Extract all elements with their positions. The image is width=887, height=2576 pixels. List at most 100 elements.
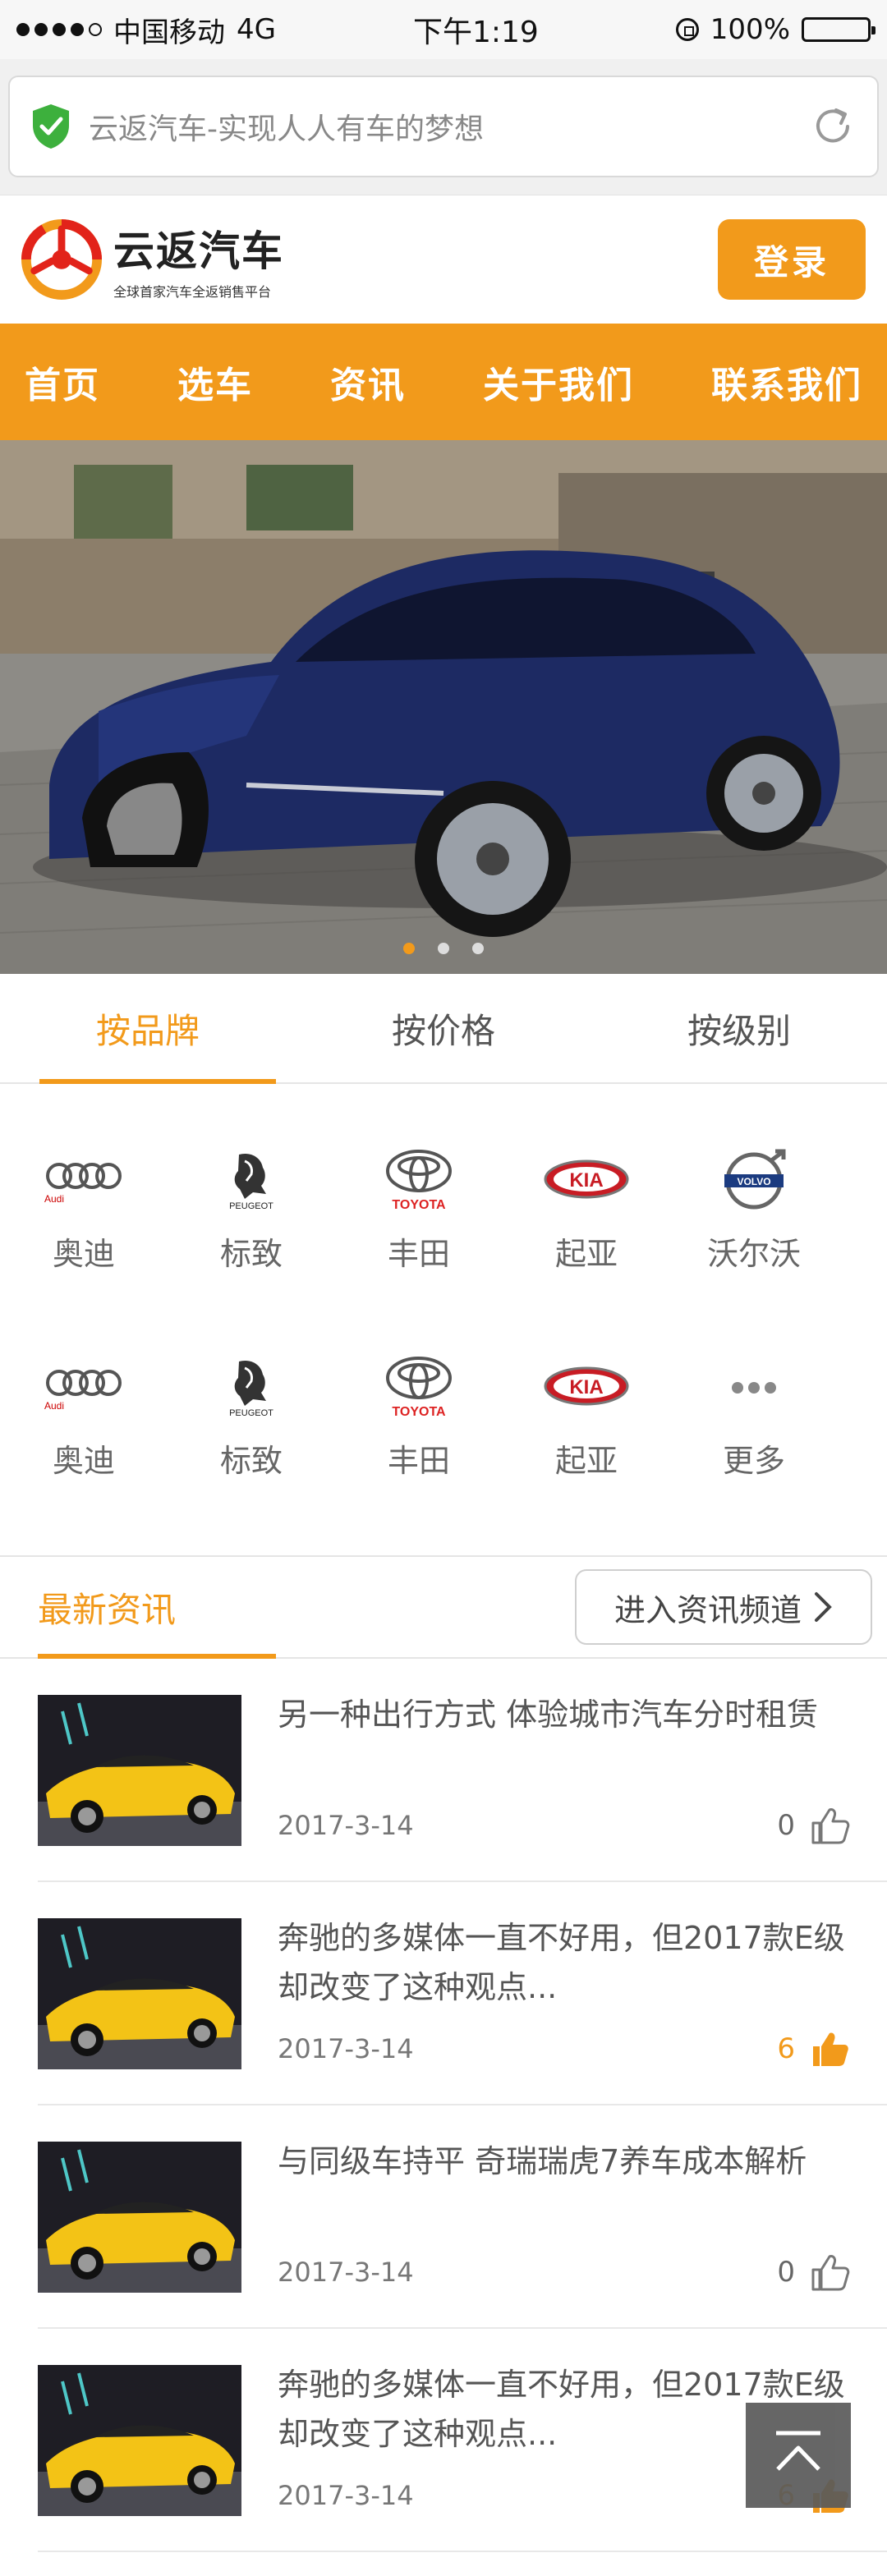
login-button[interactable]: 登录 [718, 219, 866, 300]
news-thumbnail [38, 2365, 241, 2516]
kia-logo-icon: KIA [544, 1159, 629, 1199]
carrier-info: 中国移动 4G [16, 10, 276, 50]
volvo-logo-text: VOLVO [737, 1176, 770, 1187]
news-date: 2017-3-14 [278, 1810, 414, 1841]
brand-name: 更多 [722, 1443, 785, 1479]
brand-name: 标致 [219, 1443, 283, 1479]
news-date: 2017-3-14 [278, 2480, 414, 2511]
brand-name: 标致 [219, 1236, 283, 1272]
peugeot-logo-text: PEUGEOT [229, 1408, 273, 1418]
nav-item-home[interactable]: 首页 [25, 356, 100, 408]
nav-item-news[interactable]: 资讯 [330, 356, 406, 408]
brand-audi[interactable]: Audi 奥迪 [0, 1148, 168, 1274]
brand-volvo[interactable]: VOLVO 沃尔沃 [670, 1148, 838, 1274]
kia-logo-icon: KIA [544, 1366, 629, 1406]
rotation-lock-icon [675, 18, 699, 41]
audi-logo-text: Audi [44, 1193, 64, 1205]
like-count: 6 [777, 2032, 795, 2065]
filter-tabs: 按品牌 按价格 按级别 [0, 974, 887, 1084]
brand-name: 云返汽车 [113, 227, 284, 275]
battery-percent: 100% [710, 13, 790, 46]
brand-toyota[interactable]: TOYOTA 丰田 [335, 1148, 503, 1274]
news-date: 2017-3-14 [278, 2033, 414, 2064]
news-thumbnail [38, 1918, 241, 2069]
site-header: 云返汽车 全球首家汽车全返销售平台 登录 [0, 195, 887, 324]
toyota-logo-icon: TOYOTA [386, 1150, 452, 1212]
like-count: 0 [777, 1809, 795, 1842]
main-nav: 首页 选车 资讯 关于我们 联系我们 [0, 324, 887, 440]
news-thumbnail [38, 2142, 241, 2293]
peugeot-logo-text: PEUGEOT [229, 1201, 273, 1211]
brand-name: 起亚 [554, 1236, 618, 1272]
volvo-logo-icon: VOLVO [724, 1149, 786, 1210]
kia-logo-text: KIA [569, 1169, 603, 1192]
kia-logo-text: KIA [569, 1376, 603, 1398]
like-counter[interactable]: 0 [777, 1805, 851, 1846]
brand-name: 丰田 [387, 1236, 450, 1272]
like-counter[interactable]: 6 [777, 2028, 851, 2069]
brand-name: 奥迪 [52, 1443, 115, 1479]
brand-kia[interactable]: KIA 起亚 [503, 1148, 670, 1274]
carousel-dot[interactable] [472, 943, 484, 954]
like-counter[interactable]: 0 [777, 2252, 851, 2293]
toyota-logo-text: TOYOTA [392, 1405, 446, 1419]
reload-icon[interactable] [808, 102, 857, 151]
nav-item-select-car[interactable]: 选车 [177, 356, 253, 408]
tab-by-price[interactable]: 按价格 [296, 974, 591, 1082]
tab-by-class[interactable]: 按级别 [591, 974, 887, 1082]
nav-item-contact[interactable]: 联系我们 [711, 356, 862, 408]
carousel-dot[interactable] [403, 943, 415, 954]
carousel-dot[interactable] [438, 943, 449, 954]
audi-logo-icon: Audi [44, 1370, 122, 1412]
thumbs-up-icon [811, 2255, 850, 2291]
brand-name: 沃尔沃 [706, 1236, 801, 1272]
brand-row: Audi 奥迪 PEUGEOT 标致 TOYOTA [0, 1324, 887, 1531]
brand-audi[interactable]: Audi 奥迪 [0, 1355, 168, 1481]
brand-peugeot[interactable]: PEUGEOT 标致 [168, 1355, 335, 1481]
news-section-title: 最新资讯 [38, 1589, 177, 1630]
brand-kia[interactable]: KIA 起亚 [503, 1355, 670, 1481]
brand-name: 起亚 [554, 1443, 618, 1479]
peugeot-logo-icon: PEUGEOT [229, 1360, 273, 1418]
like-count: 0 [777, 2256, 795, 2289]
news-date: 2017-3-14 [278, 2257, 414, 2288]
news-thumbnail [38, 1695, 241, 1846]
news-item[interactable]: 另一种出行方式 体验城市汽车分时租赁 2017-3-14 0 [0, 1659, 887, 1882]
news-headline: 奔驰的多媒体一直不好用，但2017款E级却改变了这种观点... [278, 1920, 845, 2005]
brand-toyota[interactable]: TOYOTA 丰田 [335, 1355, 503, 1481]
nav-item-about[interactable]: 关于我们 [483, 356, 634, 408]
thumbs-up-icon [811, 1808, 850, 1844]
news-item[interactable]: 与同级车持平 奇瑞瑞虎7养车成本解析 2017-3-14 0 [0, 2105, 887, 2329]
browser-bar: 云返汽车-实现人人有车的梦想 [0, 59, 887, 195]
tab-by-brand[interactable]: 按品牌 [0, 974, 296, 1084]
clock: 下午1:19 [412, 16, 539, 49]
news-channel-link[interactable]: 进入资讯频道 [575, 1569, 872, 1645]
brand-name: 奥迪 [52, 1236, 115, 1272]
more-dots-icon [732, 1382, 776, 1394]
news-channel-label: 进入资讯频道 [614, 1591, 802, 1628]
carrier-name: 中国移动 [113, 16, 225, 49]
network-type: 4G [237, 13, 276, 46]
brand-tagline: 全球首家汽车全返销售平台 [113, 284, 272, 300]
hero-carousel[interactable] [0, 440, 887, 974]
news-headline: 另一种出行方式 体验城市汽车分时租赁 [278, 1697, 819, 1733]
battery-icon [802, 17, 876, 42]
page-title-in-url: 云返汽车-实现人人有车的梦想 [89, 112, 484, 146]
news-headline: 与同级车持平 奇瑞瑞虎7养车成本解析 [278, 2143, 807, 2179]
news-item[interactable]: 奔驰的多媒体一直不好用，但2017款E级却改变了这种观点... 2017-3-1… [0, 1882, 887, 2105]
brand-grid: Audi 奥迪 PEUGEOT 标致 TOYOTA 丰田 KIA 起亚 VOLV… [0, 1084, 887, 1555]
back-to-top-button[interactable] [746, 2403, 851, 2508]
toyota-logo-text: TOYOTA [392, 1198, 446, 1212]
address-bar[interactable]: 云返汽车-实现人人有车的梦想 [8, 76, 879, 177]
brand-peugeot[interactable]: PEUGEOT 标致 [168, 1148, 335, 1274]
brand-row: Audi 奥迪 PEUGEOT 标致 TOYOTA [0, 1117, 887, 1324]
toyota-logo-icon: TOYOTA [386, 1357, 452, 1419]
brand-wheel-icon [21, 219, 102, 300]
arrow-up-icon [776, 2431, 820, 2471]
site-logo[interactable]: 云返汽车 全球首家汽车全返销售平台 [21, 218, 284, 301]
chevron-right-icon [815, 1592, 832, 1622]
signal-icon [16, 23, 102, 36]
security-shield-icon [33, 104, 69, 149]
brand-more[interactable]: 更多 [670, 1355, 838, 1481]
news-section-header: 最新资讯 进入资讯频道 [0, 1555, 887, 1659]
